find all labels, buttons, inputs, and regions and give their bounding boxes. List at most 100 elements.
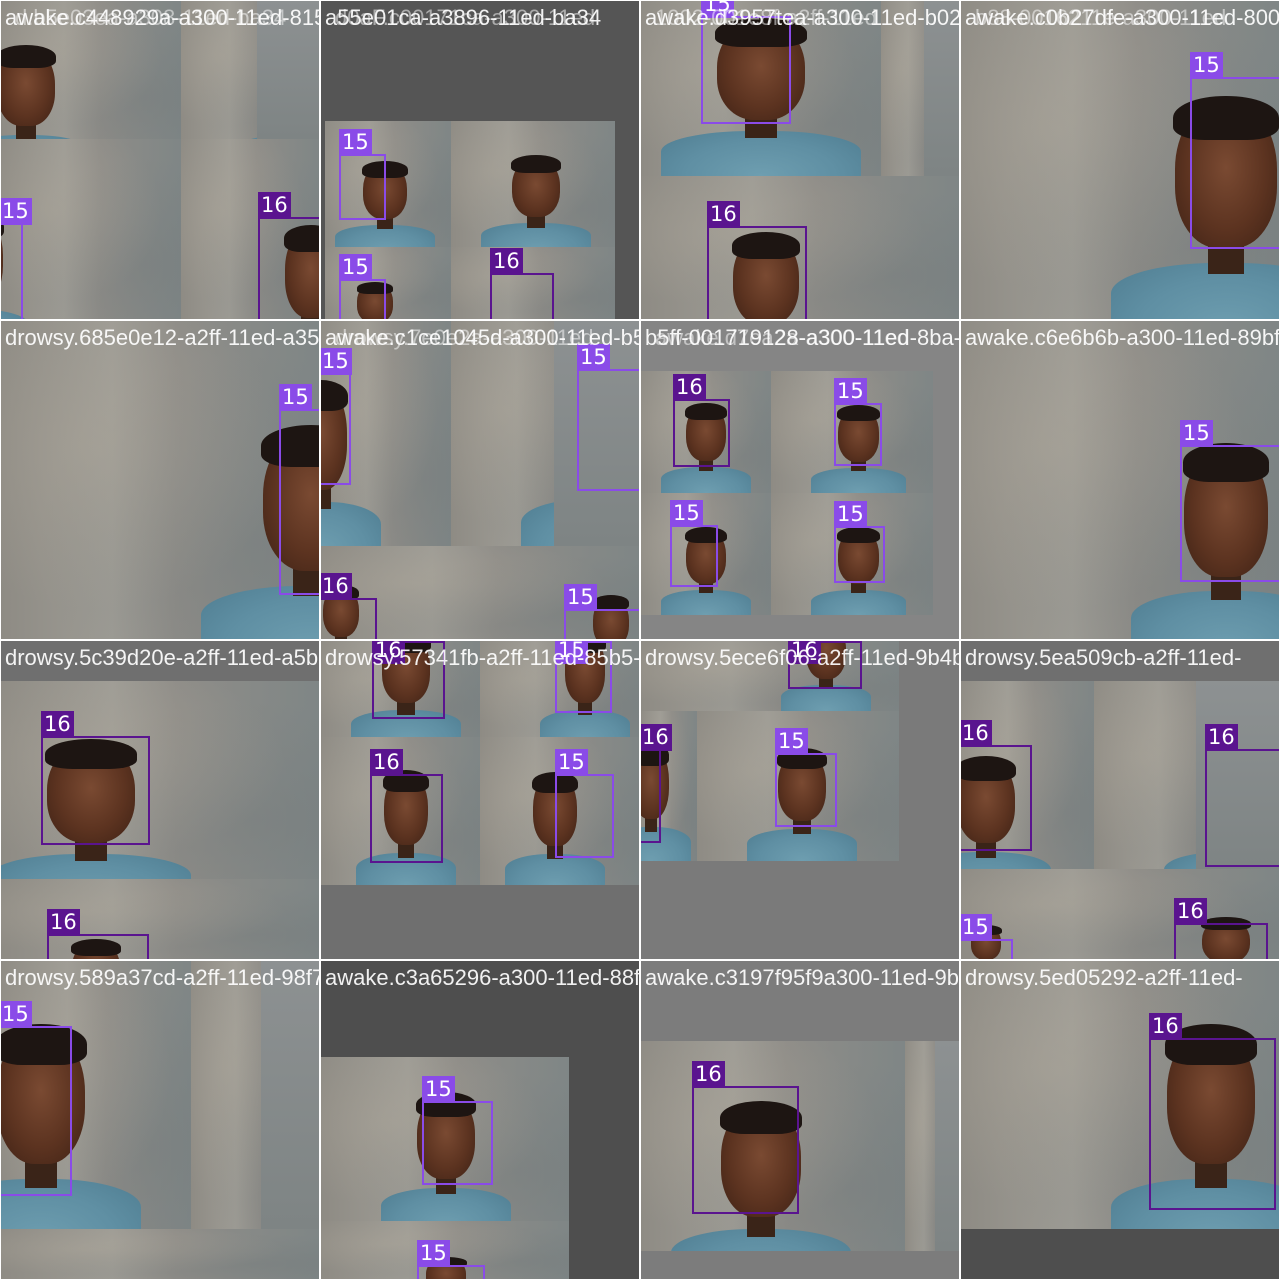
image-filename: drowsy.5ea509cb-a2ff-11ed- [965, 645, 1242, 670]
mosaic-tile: 16 drowsy.5ed05292-a2ff-11ed- [961, 961, 1279, 1279]
bounding-box: 16 [490, 248, 554, 319]
box-class-label: 16 [41, 711, 74, 738]
image-crop [1, 321, 319, 639]
mosaic-tile: 16 15 15 15 b5ff-001719128-a300-11ed-8ba… [641, 321, 959, 639]
bounding-box: 16 [41, 711, 150, 845]
image-filename: b88-0016211e-a300-11ed [975, 5, 1227, 30]
box-class-label: 16 [258, 192, 291, 219]
box-class-label: 15 [670, 500, 703, 527]
image-filename: d0aF.c00171ca-a300-11ed [335, 5, 596, 30]
box-class-label: 16 [692, 1061, 725, 1088]
bounding-box: 16 [370, 749, 443, 863]
box-class-label: 16 [1205, 724, 1238, 751]
mosaic-tile: 16 16 drowsy.5c39d20e-a2ff-11ed-a5b-001e… [1, 641, 319, 959]
bounding-box: 15 [670, 500, 718, 587]
box-class-label: 15 [279, 384, 312, 411]
image-filename: 1002-001e8f-a2ff-11ed [655, 5, 877, 30]
mosaic-tile: 15 drowsy.589a37cd-a2ff-11ed-98f7-001e10… [1, 961, 319, 1279]
box-class-label: 15 [1190, 52, 1223, 79]
bounding-box: 15 [279, 384, 319, 595]
bounding-box: 16 [1174, 898, 1268, 959]
box-class-label: 16 [490, 248, 523, 275]
box-class-label: 15 [1, 198, 32, 225]
image-filename: drowsy.57341fb-a2ff-11ed-85b5-00501015c-… [325, 645, 639, 670]
bounding-box: 16 [692, 1061, 799, 1214]
bounding-box: 16 [258, 192, 319, 319]
mosaic-tile: 15 15 16 15 awake.c1ce1045d-a300-11ed-b5… [321, 321, 639, 639]
person [481, 145, 591, 247]
bounding-box: 16 [961, 720, 1032, 851]
image-filename: drowsy.685e0e12-a2ff-11ed-a35-001e10459d… [5, 325, 319, 350]
box-class-label: 15 [1, 1001, 32, 1028]
mosaic-tile: 15 16 awake.c448929a-a300-11ed-8157-001e… [1, 1, 319, 319]
bounding-box: 15 [834, 378, 882, 466]
image-filename: drowsy.5ed05292-a2ff-11ed- [965, 965, 1243, 990]
bounding-box: 16 [321, 573, 377, 639]
mosaic-tile: 15 awake.c6e6b6b-a300-11ed-89bf-001e10d8… [961, 321, 1279, 639]
mosaic-grid: 15 16 awake.c448929a-a300-11ed-8157-001e… [0, 0, 1280, 1280]
mosaic-tile: 16 awake.c3197f95f9a300-11ed-9b86-001e10… [641, 961, 959, 1279]
box-class-label: 16 [370, 749, 403, 776]
bounding-box: 15 [577, 344, 639, 491]
image-crop [905, 1041, 959, 1251]
mosaic-tile: 16 16 15 drowsy.5ece6f06-a2ff-11ed-9b4b-… [641, 641, 959, 959]
image-filename: drowsy.5c39d20e-a2ff-11ed-a5b-001e10d4-a… [5, 645, 319, 670]
mosaic-tile: 15 15 awake.c3a65296-a300-11ed-88f7-001e… [321, 961, 639, 1279]
box-class-label: 15 [775, 728, 808, 755]
mosaic-tile: 16 16 15 16 drowsy.5ea509cb-a2ff-11ed- [961, 641, 1279, 959]
box-class-label: 16 [1174, 898, 1207, 925]
bounding-box: 15 [1190, 52, 1279, 249]
box-class-label: 15 [834, 378, 867, 405]
bounding-box: 16 [641, 724, 672, 843]
mosaic-tile: 15 16 awake.d3957tea-a300-11ed-b02-00162… [641, 1, 959, 319]
bounding-box: 16 [47, 909, 149, 959]
bounding-box: 16 [1149, 1013, 1276, 1210]
image-crop [451, 121, 615, 247]
box-class-label: 16 [1149, 1013, 1182, 1040]
mosaic-tile: 15 drowsy.685e0e12-a2ff-11ed-a35-001e104… [1, 321, 319, 639]
box-class-label: 16 [707, 201, 740, 228]
image-filename: d.b5e03ea-a308-11ed-ba34 [15, 5, 287, 30]
box-class-label: 16 [47, 909, 80, 936]
bounding-box: 15 [339, 129, 386, 220]
image-filename: awake.d7ea2a-a300-11ed [655, 325, 910, 350]
box-class-label: 15 [417, 1240, 450, 1267]
person [611, 271, 615, 319]
image-filename: drowsy.5ece6f06-a2ff-11ed-9b4b-001e1c09 [645, 645, 959, 670]
bounding-box: 15 [564, 584, 639, 639]
bounding-box: 15 [775, 728, 837, 827]
person [1, 31, 91, 139]
image-filename: awake.c3197f95f9a300-11ed-9b86-001e10512… [645, 965, 959, 990]
box-class-label: 15 [961, 914, 992, 941]
bounding-box: 15 [1, 1001, 72, 1196]
box-class-label: 15 [339, 254, 372, 281]
image-crop [1, 139, 181, 319]
bounding-box: 15 [321, 348, 352, 485]
box-class-label: 15 [339, 129, 372, 156]
bounding-box: 15 [1180, 420, 1279, 582]
box-class-label: 16 [321, 573, 352, 600]
box-class-label: 15 [1180, 420, 1213, 447]
bounding-box: 15 [555, 749, 614, 858]
box-class-label: 15 [564, 584, 597, 611]
image-filename: drowsy.589a37cd-a2ff-11ed-98f7-001e10d65… [5, 965, 319, 990]
mosaic-tile: 16 15 16 15 drowsy.57341fb-a2ff-11ed-85b… [321, 641, 639, 959]
mosaic-tile: 15 awake.c0b27dfe-a300-11ed-8002-001e10d… [961, 1, 1279, 319]
bounding-box: 16 [707, 201, 807, 319]
box-class-label: 15 [422, 1076, 455, 1103]
mosaic-tile: 15 15 16 a55e01ca-a3896-11ed-ba34 d0aF.c… [321, 1, 639, 319]
person [231, 31, 319, 139]
bounding-box: 16 [1205, 724, 1279, 867]
bounding-box: 15 [834, 501, 885, 583]
box-class-label: 16 [961, 720, 992, 747]
box-class-label: 15 [834, 501, 867, 528]
image-crop [191, 961, 319, 1229]
box-class-label: 16 [641, 724, 672, 751]
bounding-box: 16 [673, 374, 730, 467]
bounding-box: 15 [961, 914, 1013, 959]
bounding-box: 15 [417, 1240, 485, 1279]
box-class-label: 16 [673, 374, 706, 401]
image-filename: drowsy.7e0e2a-a300-11ed [335, 325, 594, 350]
image-filename: awake.c3a65296-a300-11ed-88f7-001e10d652… [325, 965, 639, 990]
bounding-box: 15 [1, 198, 32, 319]
